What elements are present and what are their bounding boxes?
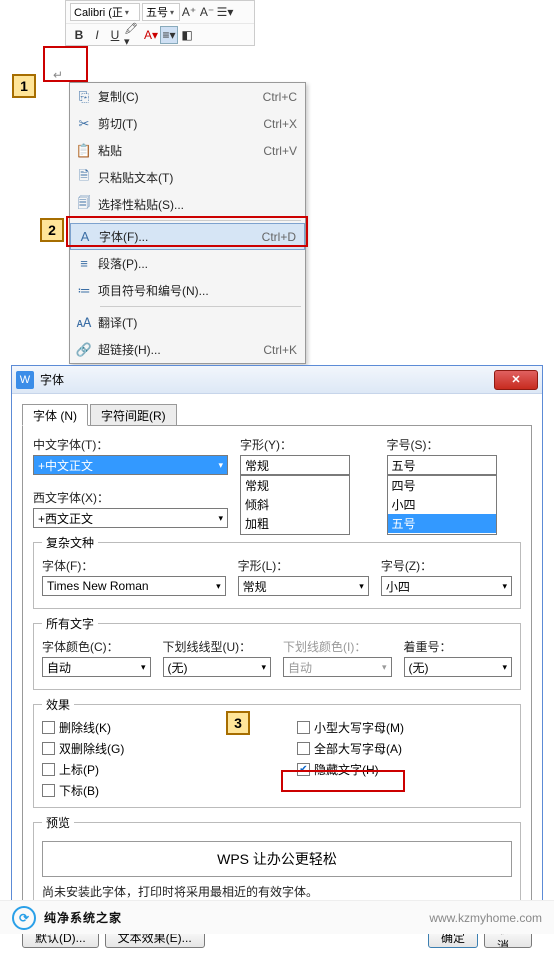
- en-font-combo[interactable]: +西文正文▾: [33, 508, 228, 528]
- dblstrike-checkbox[interactable]: 双删除线(G): [42, 740, 257, 757]
- underline-button[interactable]: U: [106, 26, 124, 44]
- font-size-combo[interactable]: 五号▾: [142, 3, 180, 21]
- close-button[interactable]: ✕: [494, 370, 538, 390]
- italic-button[interactable]: I: [88, 26, 106, 44]
- menu-paste[interactable]: 📋粘贴Ctrl+V: [70, 137, 305, 164]
- menu-translate[interactable]: 🗚翻译(T): [70, 309, 305, 336]
- menu-cut[interactable]: ✂剪切(T)Ctrl+X: [70, 110, 305, 137]
- menu-font[interactable]: A字体(F)...Ctrl+D: [70, 223, 305, 250]
- bullets-icon: ≔: [70, 283, 98, 299]
- paste-text-icon: 🗎: [70, 167, 98, 189]
- menu-hyperlink[interactable]: 🔗超链接(H)...Ctrl+K: [70, 336, 305, 363]
- callout-3: 3: [226, 711, 250, 735]
- cx-size-combo[interactable]: 小四▾: [381, 576, 512, 596]
- eraser-button[interactable]: ◧: [178, 26, 196, 44]
- mini-toolbar: Calibri (正▾ 五号▾ A⁺ A⁻ ☰▾ B I U 🖍▾ A▾ ≡▾ …: [65, 0, 255, 46]
- watermark-logo-icon: ⟳: [12, 906, 36, 930]
- grow-font-button[interactable]: A⁺: [180, 3, 198, 21]
- paragraph-mark-icon: ↵: [53, 68, 63, 82]
- translate-icon: 🗚: [70, 315, 98, 331]
- underline-combo[interactable]: (无)▾: [163, 657, 272, 677]
- paragraph-icon: ≡: [70, 256, 98, 271]
- hidden-checkbox[interactable]: ✔隐藏文字(H): [297, 761, 512, 778]
- tab-spacing[interactable]: 字符间距(R): [90, 404, 177, 426]
- font-icon: A: [71, 229, 99, 244]
- callout-1: 1: [12, 74, 36, 98]
- allcaps-checkbox[interactable]: 全部大写字母(A): [297, 740, 512, 757]
- callout-2: 2: [40, 218, 64, 242]
- menu-paste-text[interactable]: 🗎只粘贴文本(T): [70, 164, 305, 191]
- menu-copy[interactable]: ⎘复制(C)Ctrl+C: [70, 83, 305, 110]
- smallcaps-checkbox[interactable]: 小型大写字母(M): [297, 719, 512, 736]
- menu-paste-special[interactable]: 🗐选择性粘贴(S)...: [70, 191, 305, 218]
- strike-checkbox[interactable]: 删除线(K): [42, 719, 257, 736]
- en-font-label: 西文字体(X)：: [33, 489, 228, 506]
- copy-icon: ⎘: [70, 89, 98, 105]
- font-name-combo[interactable]: Calibri (正▾: [70, 3, 140, 21]
- cn-font-label: 中文字体(T)：: [33, 436, 228, 453]
- all-text-group: 所有文字 字体颜色(C)：自动▾ 下划线线型(U)：(无)▾ 下划线颜色(I)：…: [33, 615, 521, 690]
- style-input[interactable]: 常规: [240, 455, 350, 475]
- paste-icon: 📋: [70, 143, 98, 159]
- size-input[interactable]: 五号: [387, 455, 497, 475]
- size-label: 字号(S)：: [387, 436, 522, 453]
- underline-color-combo[interactable]: 自动▾: [283, 657, 392, 677]
- cx-font-combo[interactable]: Times New Roman▾: [42, 576, 226, 596]
- font-color-combo[interactable]: 自动▾: [42, 657, 151, 677]
- super-checkbox[interactable]: 上标(P): [42, 761, 257, 778]
- menu-paragraph[interactable]: ≡段落(P)...: [70, 250, 305, 277]
- cx-style-combo[interactable]: 常规▾: [238, 576, 369, 596]
- sub-checkbox[interactable]: 下标(B): [42, 782, 257, 799]
- highlight-button[interactable]: 🖍▾: [124, 26, 142, 44]
- link-icon: 🔗: [70, 342, 98, 358]
- cn-font-combo[interactable]: +中文正文▾: [33, 455, 228, 475]
- size-listbox[interactable]: 四号小四五号: [387, 475, 497, 535]
- context-menu: ⎘复制(C)Ctrl+C ✂剪切(T)Ctrl+X 📋粘贴Ctrl+V 🗎只粘贴…: [69, 82, 306, 364]
- watermark-bar: ⟳ 纯净系统之家 www.kzmyhome.com: [0, 900, 554, 934]
- watermark-url: www.kzmyhome.com: [122, 911, 542, 925]
- app-icon: W: [16, 371, 34, 389]
- tab-font[interactable]: 字体 (N): [22, 404, 88, 426]
- align-button[interactable]: ≡▾: [160, 26, 178, 44]
- preview-group: 预览 WPS 让办公更轻松 尚未安装此字体，打印时将采用最相近的有效字体。: [33, 814, 521, 909]
- highlight-box-1: [43, 46, 88, 82]
- preview-box: WPS 让办公更轻松: [42, 841, 512, 877]
- font-color-button[interactable]: A▾: [142, 26, 160, 44]
- line-spacing-button[interactable]: ☰▾: [216, 3, 234, 21]
- style-listbox[interactable]: 常规倾斜加粗: [240, 475, 350, 535]
- font-note: 尚未安装此字体，打印时将采用最相近的有效字体。: [42, 883, 512, 900]
- shrink-font-button[interactable]: A⁻: [198, 3, 216, 21]
- bold-button[interactable]: B: [70, 26, 88, 44]
- dialog-titlebar: W 字体 ✕: [12, 366, 542, 394]
- font-dialog: W 字体 ✕ 字体 (N) 字符间距(R) 中文字体(T)： +中文正文▾ 字形…: [11, 365, 543, 910]
- paste-special-icon: 🗐: [70, 194, 98, 216]
- style-label: 字形(Y)：: [240, 436, 375, 453]
- watermark-brand: 纯净系统之家: [44, 909, 122, 926]
- menu-bullets[interactable]: ≔项目符号和编号(N)...: [70, 277, 305, 304]
- emphasis-combo[interactable]: (无)▾: [404, 657, 513, 677]
- complex-scripts-group: 复杂文种 字体(F)：Times New Roman▾ 字形(L)：常规▾ 字号…: [33, 534, 521, 609]
- effects-group: 效果 删除线(K) 双删除线(G) 上标(P) 下标(B) 小型大写字母(M) …: [33, 696, 521, 808]
- cut-icon: ✂: [70, 116, 98, 132]
- dialog-title: 字体: [40, 371, 64, 388]
